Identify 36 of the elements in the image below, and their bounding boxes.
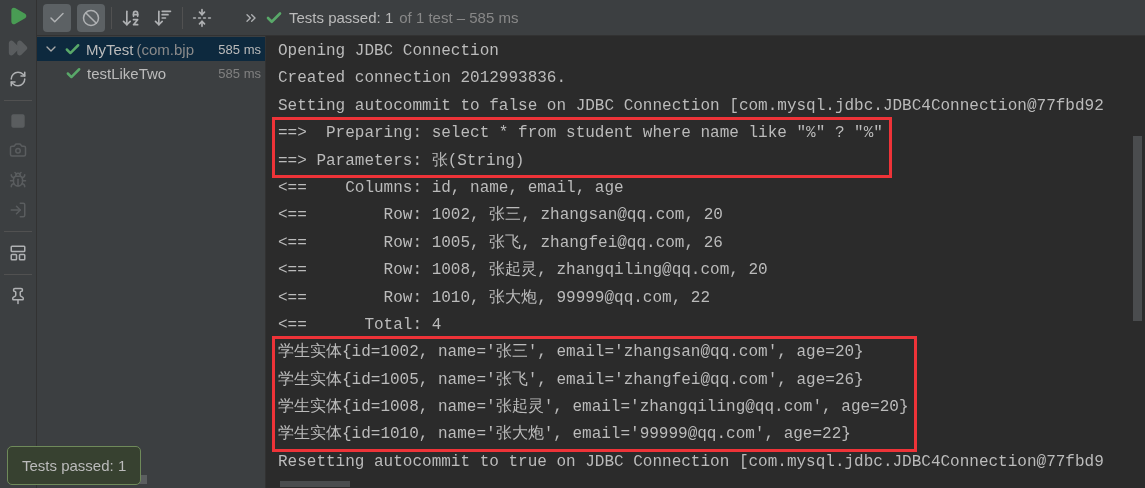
test-duration: 585 ms [218, 41, 261, 57]
test-status: Tests passed: 1 [289, 9, 394, 26]
console-line: 学生实体{id=1002, name='张三', email='zhangsan@qq.com', age=20} [278, 341, 865, 364]
run-icon[interactable] [8, 6, 28, 26]
console-line: Resetting autocommit to true on JDBC Connection [com.mysql.jdbc.JDBC4Connection@77fbd9 [278, 451, 1104, 473]
console-line: <== Row: 1005, 张飞, zhangfei@qq.com, 26 [278, 232, 724, 254]
tree-item[interactable]: testLikeTwo 585 ms [37, 61, 265, 85]
console-line: 学生实体{id=1008, name='张起灵', email='zhangqiling@qq.com', age=20} [278, 396, 909, 419]
test-name: testLikeTwo [87, 64, 167, 82]
console-line: <== Row: 1008, 张起灵, zhangqiling@qq.com, 20 [278, 260, 768, 282]
console-line: Opening JDBC Connection [278, 41, 500, 62]
console-line: <== Columns: id, name, email, age [278, 177, 625, 199]
console-line: Setting autocommit to false on JDBC Connection [com.mysql.jdbc.JDBC4Connection@77fbd92 [278, 95, 1104, 117]
scrollbar[interactable] [1133, 136, 1142, 321]
tree-item[interactable]: MyTest (com.bjp 585 ms [37, 37, 265, 61]
pin-icon[interactable] [9, 287, 27, 305]
console-line: Created connection 2012993836. [278, 68, 568, 90]
test-summary: of 1 test – 585 ms [399, 9, 519, 26]
console-line: <== Total: 4 [278, 314, 443, 336]
console-line: ==> Parameters: 张(String) [278, 150, 526, 172]
status-tooltip: Tests passed: 1 [7, 446, 142, 485]
filter-toggle[interactable] [77, 3, 105, 32]
scrollbar[interactable] [280, 481, 350, 487]
layout-icon[interactable] [9, 244, 27, 262]
refresh-icon[interactable] [9, 70, 27, 88]
console-line: 学生实体{id=1005, name='张飞', email='zhangfei@qq.com', age=26} [278, 369, 865, 391]
test-name: MyTest [86, 40, 134, 58]
cancel-icon [82, 8, 100, 27]
test-duration: 585 ms [218, 65, 261, 81]
console-line: ==> Preparing: select * from student where name like "%" ? "%" [278, 123, 883, 145]
filter-toggle[interactable] [43, 3, 71, 32]
console-line: <== Row: 1010, 张大炮, 99999@qq.com, 22 [278, 287, 712, 309]
console-line: <== Row: 1002, 张三, zhangsan@qq.com, 20 [278, 205, 724, 227]
console-line: 学生实体{id=1010, name='张大炮', email='99999@qq.com', age=22} [278, 423, 852, 446]
test-package: (com.bjp [136, 40, 195, 58]
collapse-icon [192, 7, 212, 28]
